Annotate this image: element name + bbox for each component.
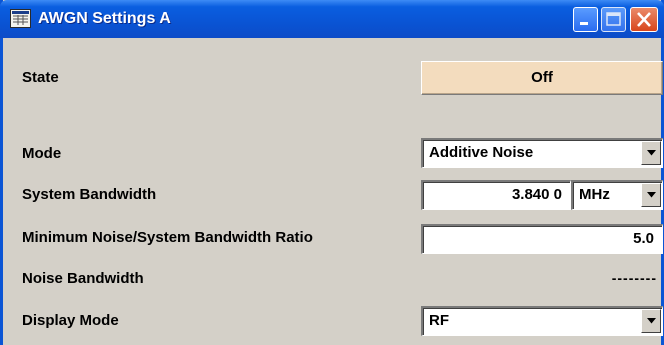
state-toggle-button[interactable]: Off — [421, 61, 663, 95]
min-noise-ratio-input[interactable]: 5.0 — [421, 224, 663, 254]
min-noise-ratio-value: 5.0 — [633, 230, 654, 247]
chevron-down-icon — [646, 150, 656, 156]
maximize-icon — [606, 12, 621, 26]
mode-label: Mode — [22, 145, 62, 162]
title-bar[interactable]: AWGN Settings A — [0, 0, 664, 38]
min-noise-ratio-label: Minimum Noise/System Bandwidth Ratio — [22, 229, 313, 246]
display-mode-dropdown-button[interactable] — [641, 309, 661, 333]
mode-selected-value: Additive Noise — [429, 144, 534, 161]
minimize-icon — [580, 22, 588, 25]
minimize-button[interactable] — [573, 7, 598, 32]
noise-bandwidth-value: -------- — [611, 270, 657, 286]
system-bandwidth-label: System Bandwidth — [22, 186, 157, 203]
mode-select[interactable]: Additive Noise — [421, 138, 663, 168]
display-mode-select[interactable]: RF — [421, 306, 663, 336]
system-bandwidth-value: 3.840 0 — [511, 186, 562, 203]
unit-dropdown-button[interactable] — [641, 183, 661, 207]
system-bandwidth-unit-select[interactable]: MHz — [571, 180, 663, 210]
state-label: State — [22, 69, 59, 86]
chevron-down-icon — [646, 318, 656, 324]
close-icon — [637, 12, 651, 27]
chevron-down-icon — [646, 192, 656, 198]
noise-bandwidth-label: Noise Bandwidth — [22, 270, 144, 287]
awgn-settings-window: AWGN Settings A State Off Mode Additive … — [0, 0, 664, 345]
maximize-button[interactable] — [601, 7, 626, 32]
mode-dropdown-button[interactable] — [641, 141, 661, 165]
close-button[interactable] — [630, 7, 658, 32]
display-mode-selected-value: RF — [429, 312, 449, 329]
table-window-icon — [10, 9, 31, 28]
window-title: AWGN Settings A — [38, 10, 171, 27]
display-mode-label: Display Mode — [22, 312, 119, 329]
system-bandwidth-unit: MHz — [579, 186, 610, 203]
system-bandwidth-input[interactable]: 3.840 0 — [421, 180, 571, 210]
